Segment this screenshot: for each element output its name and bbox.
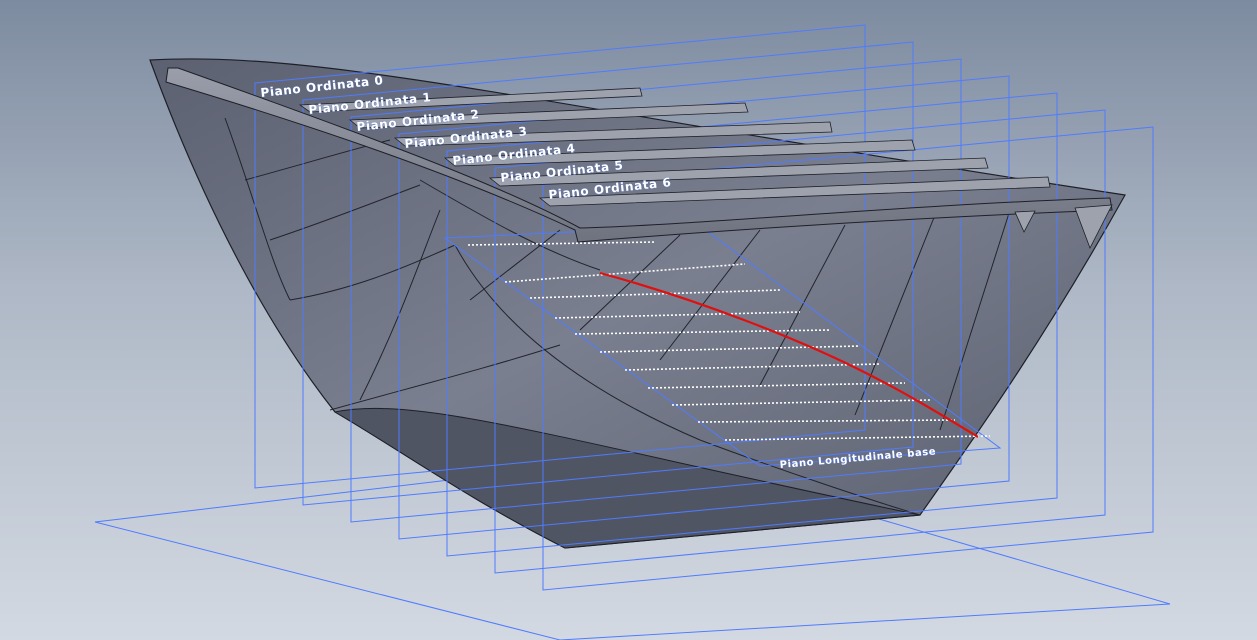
cad-viewport[interactable]: Piano Ordinata 0 Piano Ordinata 1 Piano … xyxy=(0,0,1257,640)
